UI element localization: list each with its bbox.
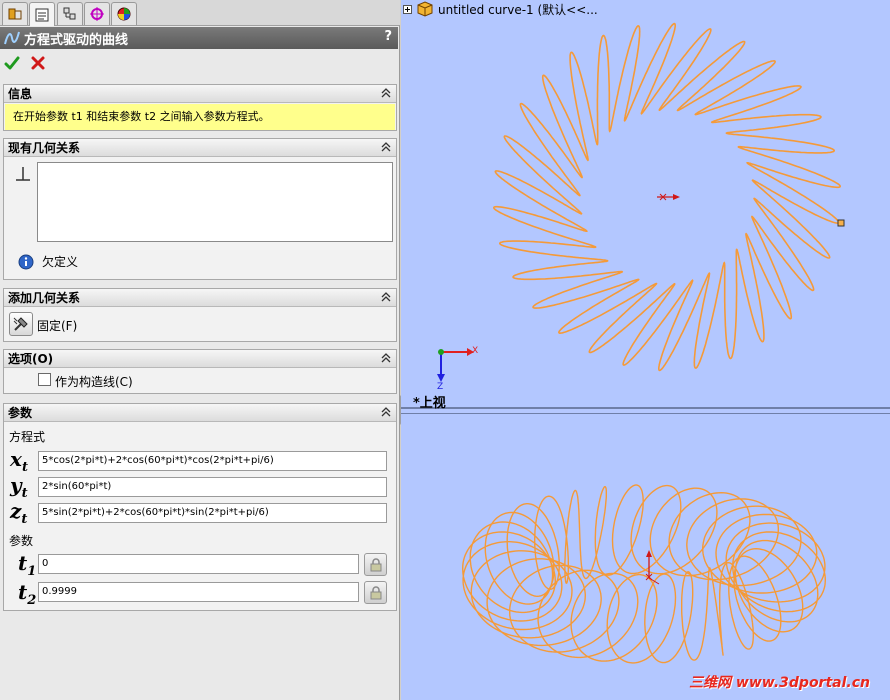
collapse-chevron-icon[interactable] bbox=[380, 352, 392, 364]
info-icon bbox=[18, 254, 34, 269]
parameter-label: 参数 bbox=[9, 534, 34, 548]
definition-status: 欠定义 bbox=[18, 253, 78, 270]
info-group-title: 信息 bbox=[8, 87, 33, 101]
parameters-title: 参数 bbox=[8, 406, 33, 420]
cancel-x-icon[interactable] bbox=[30, 55, 46, 71]
zt-equation-input[interactable]: 5*sin(2*pi*t)+2*cos(60*pi*t)*sin(2*pi*t+… bbox=[38, 503, 387, 523]
t1-input[interactable]: 0 bbox=[38, 554, 359, 574]
yt-symbol: yt bbox=[10, 473, 28, 501]
options-group: 选项(O) 作为构造线(C) bbox=[3, 349, 397, 394]
equation-curve-icon bbox=[4, 31, 20, 45]
pm-title: 方程式驱动的曲线 bbox=[24, 32, 129, 48]
xt-symbol-letter: x bbox=[10, 447, 22, 471]
manager-tabs bbox=[0, 0, 400, 26]
t2-input[interactable]: 0.9999 bbox=[38, 582, 359, 602]
t2-symbol-subscript: 2 bbox=[27, 593, 37, 608]
add-relations-title: 添加几何关系 bbox=[8, 291, 81, 305]
view-orientation-label: *上视 bbox=[413, 396, 446, 411]
tab-configuration-manager[interactable] bbox=[57, 2, 83, 25]
collapse-chevron-icon[interactable] bbox=[380, 87, 392, 99]
options-header[interactable]: 选项(O) bbox=[4, 350, 396, 368]
relations-list[interactable] bbox=[37, 162, 393, 242]
relations-icon bbox=[16, 167, 30, 181]
existing-relations-header[interactable]: 现有几何关系 bbox=[4, 139, 396, 157]
construction-checkbox[interactable] bbox=[38, 373, 51, 386]
origin-marker bbox=[657, 193, 680, 201]
axis-z-label: Z bbox=[437, 382, 444, 392]
add-relations-group: 添加几何关系 固定(F) bbox=[3, 288, 397, 342]
top-viewport[interactable]: untitled curve-1 (默认<<... X Z *上视 bbox=[401, 0, 890, 411]
t1-symbol-letter: t bbox=[18, 551, 28, 575]
yt-symbol-letter: y bbox=[10, 473, 22, 497]
collapse-chevron-icon[interactable] bbox=[380, 406, 392, 418]
pm-title-bar: 方程式驱动的曲线 ? bbox=[0, 27, 398, 49]
axis-x-label: X bbox=[472, 346, 479, 356]
help-button[interactable]: ? bbox=[384, 29, 392, 44]
ok-check-icon[interactable] bbox=[4, 55, 20, 71]
fix-relation-label[interactable]: 固定(F) bbox=[37, 317, 77, 334]
tab-feature-manager[interactable] bbox=[2, 2, 28, 25]
tab-display-manager[interactable] bbox=[111, 2, 137, 25]
fix-anchor-icon bbox=[13, 317, 28, 331]
t1-lock-button[interactable] bbox=[364, 553, 387, 576]
site-watermark: 三维网 www.3dportal.cn bbox=[689, 675, 870, 691]
xt-symbol: xt bbox=[10, 447, 28, 475]
options-title: 选项(O) bbox=[8, 352, 54, 366]
configuration-icon bbox=[63, 7, 76, 20]
curve-endpoint-handle[interactable] bbox=[837, 219, 845, 227]
property-manager-icon bbox=[35, 8, 49, 21]
isometric-viewport[interactable]: 三维网 www.3dportal.cn bbox=[401, 413, 890, 700]
zt-symbol: zt bbox=[10, 499, 27, 527]
t2-symbol: t2 bbox=[18, 580, 36, 608]
appearance-icon bbox=[117, 7, 131, 21]
xt-equation-input[interactable]: 5*cos(2*pi*t)+2*cos(60*pi*t)*cos(2*pi*t+… bbox=[38, 451, 387, 471]
yt-equation-input[interactable]: 2*sin(60*pi*t) bbox=[38, 477, 387, 497]
construction-label[interactable]: 作为构造线(C) bbox=[55, 373, 133, 390]
curve-iso-path bbox=[461, 484, 827, 664]
existing-relations-title: 现有几何关系 bbox=[8, 141, 81, 155]
crosshair-icon bbox=[90, 7, 104, 21]
add-relations-header[interactable]: 添加几何关系 bbox=[4, 289, 396, 307]
t1-symbol: t1 bbox=[18, 551, 36, 579]
lock-icon bbox=[370, 585, 381, 599]
definition-status-text: 欠定义 bbox=[42, 255, 79, 269]
parameters-group: 参数 方程式 xt 5*cos(2*pi*t)+2*cos(60*pi*t)*c… bbox=[3, 403, 397, 611]
parameters-header[interactable]: 参数 bbox=[4, 404, 396, 422]
property-manager: 方程式驱动的曲线 ? 信息 在开始参数 t1 和结束参数 t2 之间输入参数方程… bbox=[0, 0, 400, 700]
t2-lock-button[interactable] bbox=[364, 581, 387, 604]
tab-dim-xpert[interactable] bbox=[84, 2, 110, 25]
pm-actions bbox=[4, 54, 46, 72]
fix-relation-button[interactable] bbox=[9, 312, 33, 336]
collapse-chevron-icon[interactable] bbox=[380, 141, 392, 153]
feature-tree-icon bbox=[8, 8, 22, 20]
t1-symbol-subscript: 1 bbox=[27, 564, 37, 579]
graphics-area: untitled curve-1 (默认<<... X Z *上视 三维网 ww… bbox=[401, 0, 890, 700]
existing-relations-group: 现有几何关系 欠定义 bbox=[3, 138, 397, 280]
info-group-header[interactable]: 信息 bbox=[4, 85, 396, 103]
info-group: 信息 在开始参数 t1 和结束参数 t2 之间输入参数方程式。 bbox=[3, 84, 397, 131]
t2-symbol-letter: t bbox=[18, 580, 28, 604]
equation-label: 方程式 bbox=[9, 430, 46, 444]
info-message: 在开始参数 t1 和结束参数 t2 之间输入参数方程式。 bbox=[5, 104, 395, 130]
curve-iso-view bbox=[461, 484, 827, 664]
tab-property-manager[interactable] bbox=[29, 2, 55, 26]
collapse-chevron-icon[interactable] bbox=[380, 291, 392, 303]
zt-symbol-subscript: t bbox=[21, 512, 28, 527]
zt-symbol-letter: z bbox=[10, 499, 22, 523]
lock-icon bbox=[370, 557, 381, 571]
